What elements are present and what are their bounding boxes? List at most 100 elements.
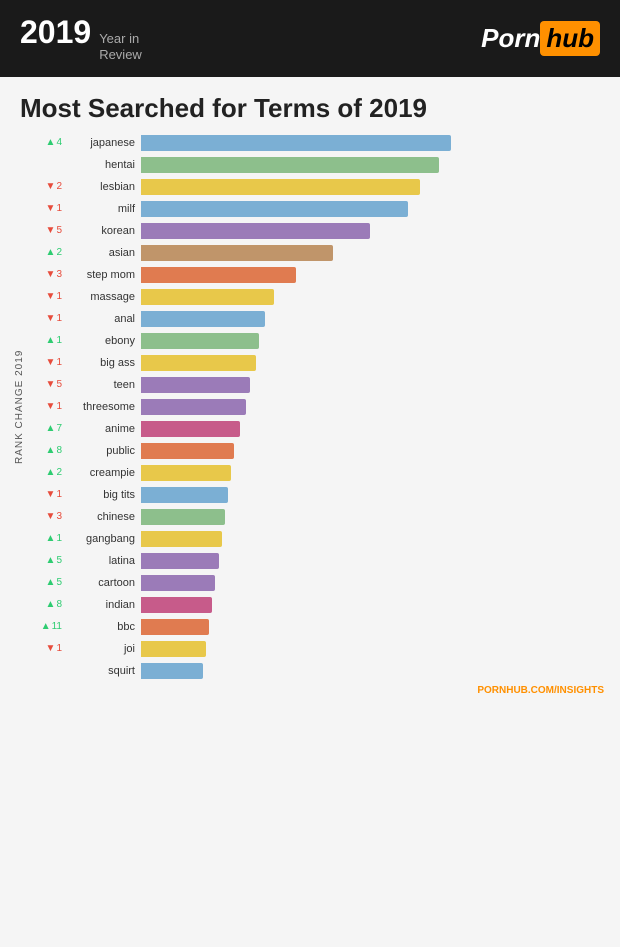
chart-row: ▼1milf — [24, 198, 610, 219]
chart-row: ▼1joi — [24, 638, 610, 659]
term-label: lesbian — [66, 181, 141, 193]
bar — [141, 289, 274, 305]
rank-number: 1 — [56, 203, 62, 214]
chart-row: ▲8public — [24, 440, 610, 461]
chart-row: ▼5teen — [24, 374, 610, 395]
down-arrow-icon: ▼ — [46, 643, 56, 654]
bar-container — [141, 223, 610, 239]
rank-change: ▼1 — [24, 643, 66, 654]
term-label: gangbang — [66, 533, 141, 545]
up-arrow-icon: ▲ — [46, 445, 56, 456]
rank-number: 11 — [52, 621, 62, 632]
chart-row: ▲8indian — [24, 594, 610, 615]
bar — [141, 267, 296, 283]
bar — [141, 597, 212, 613]
bar — [141, 575, 215, 591]
bar-container — [141, 267, 610, 283]
chart-inner: ▲4japanesehentai▼2lesbian▼1milf▼5korean▲… — [24, 132, 610, 681]
up-arrow-icon: ▲ — [46, 247, 56, 258]
bar-container — [141, 531, 610, 547]
term-label: hentai — [66, 159, 141, 171]
chart-area: RANK CHANGE 2019 ▲4japanesehentai▼2lesbi… — [0, 132, 620, 681]
chart-row: ▼3chinese — [24, 506, 610, 527]
term-label: creampie — [66, 467, 141, 479]
bar — [141, 641, 206, 657]
rank-change: ▼1 — [24, 401, 66, 412]
logo: Porn hub — [481, 21, 600, 56]
bar — [141, 509, 225, 525]
rank-change: ▼5 — [24, 225, 66, 236]
rank-number: 1 — [56, 291, 62, 302]
chart-row: ▲7anime — [24, 418, 610, 439]
bar-container — [141, 201, 610, 217]
term-label: threesome — [66, 401, 141, 413]
term-label: latina — [66, 555, 141, 567]
rank-number: 1 — [56, 401, 62, 412]
chart-row: ▼1threesome — [24, 396, 610, 417]
rank-number: 3 — [56, 269, 62, 280]
rank-change: ▼3 — [24, 511, 66, 522]
bar — [141, 553, 219, 569]
rank-number: 2 — [56, 181, 62, 192]
bar-container — [141, 465, 610, 481]
rank-number: 7 — [56, 423, 62, 434]
rank-number: 2 — [56, 247, 62, 258]
term-label: indian — [66, 599, 141, 611]
bar-container — [141, 663, 610, 679]
bar — [141, 619, 209, 635]
bar-container — [141, 245, 610, 261]
logo-porn: Porn — [481, 23, 540, 54]
chart-row: ▼2lesbian — [24, 176, 610, 197]
term-label: big ass — [66, 357, 141, 369]
rank-change: ▲7 — [24, 423, 66, 434]
bar-container — [141, 135, 610, 151]
bar — [141, 223, 370, 239]
down-arrow-icon: ▼ — [46, 225, 56, 236]
term-label: public — [66, 445, 141, 457]
term-label: chinese — [66, 511, 141, 523]
bar-container — [141, 575, 610, 591]
bar-container — [141, 443, 610, 459]
bar — [141, 333, 259, 349]
term-label: teen — [66, 379, 141, 391]
chart-row: ▼1big ass — [24, 352, 610, 373]
bar-container — [141, 289, 610, 305]
rank-change: ▼1 — [24, 357, 66, 368]
down-arrow-icon: ▼ — [46, 489, 56, 500]
up-arrow-icon: ▲ — [46, 533, 56, 544]
bar-container — [141, 355, 610, 371]
main-title: Most Searched for Terms of 2019 — [20, 93, 600, 124]
bar — [141, 377, 250, 393]
header: 2019 Year inReview Porn hub — [0, 0, 620, 77]
bar — [141, 179, 420, 195]
bar-container — [141, 311, 610, 327]
bar — [141, 487, 228, 503]
term-label: korean — [66, 225, 141, 237]
bar-container — [141, 619, 610, 635]
chart-row: ▲11bbc — [24, 616, 610, 637]
term-label: japanese — [66, 137, 141, 149]
rank-number: 4 — [56, 137, 62, 148]
rank-change: ▲8 — [24, 599, 66, 610]
up-arrow-icon: ▲ — [46, 599, 56, 610]
up-arrow-icon: ▲ — [46, 423, 56, 434]
rank-change: ▼1 — [24, 489, 66, 500]
chart-rows: ▲4japanesehentai▼2lesbian▼1milf▼5korean▲… — [24, 132, 610, 681]
year-sub-label: Year inReview — [99, 31, 142, 62]
term-label: step mom — [66, 269, 141, 281]
rank-change: ▼1 — [24, 313, 66, 324]
bar — [141, 135, 451, 151]
term-label: anal — [66, 313, 141, 325]
term-label: milf — [66, 203, 141, 215]
term-label: ebony — [66, 335, 141, 347]
bar — [141, 421, 240, 437]
up-arrow-icon: ▲ — [41, 621, 51, 632]
chart-row: squirt — [24, 660, 610, 681]
down-arrow-icon: ▼ — [46, 269, 56, 280]
up-arrow-icon: ▲ — [46, 137, 56, 148]
rank-number: 5 — [56, 225, 62, 236]
down-arrow-icon: ▼ — [46, 379, 56, 390]
chart-row: ▼5korean — [24, 220, 610, 241]
rank-change: ▲4 — [24, 137, 66, 148]
bar — [141, 311, 265, 327]
